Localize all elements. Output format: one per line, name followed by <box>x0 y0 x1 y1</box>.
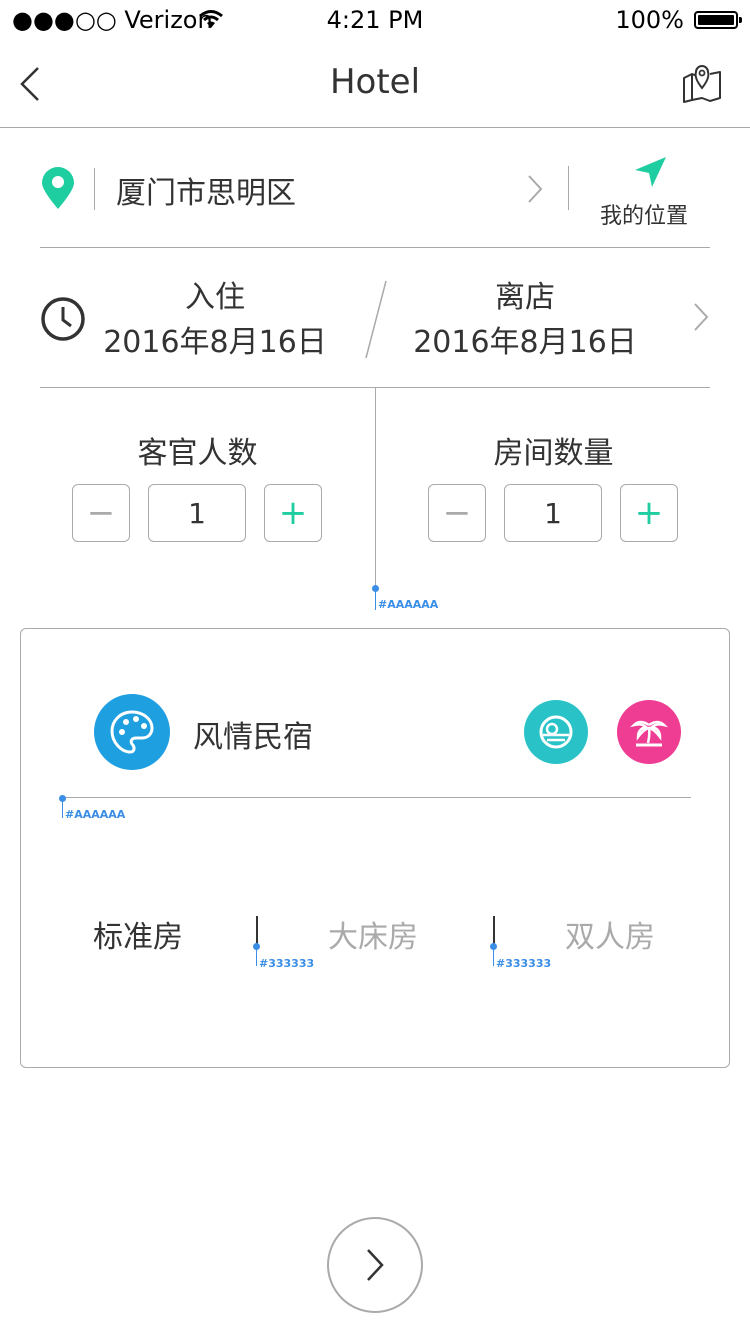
next-button[interactable] <box>327 1217 423 1313</box>
checkin-label: 入住 <box>185 280 245 315</box>
map-button[interactable] <box>682 64 722 108</box>
chevron-right-icon[interactable] <box>526 174 544 208</box>
my-location-button[interactable]: 我的位置 <box>600 198 688 230</box>
rooms-minus-button[interactable]: − <box>428 484 486 542</box>
battery-icon <box>694 11 742 29</box>
annotation-label-3: #333333 <box>259 957 315 970</box>
battery-percent: 100% <box>615 6 684 34</box>
location-divider <box>40 247 710 248</box>
checkout-date: 2016年8月16日 <box>413 325 637 360</box>
annotation-label-4: #333333 <box>496 957 552 970</box>
navigation-arrow-icon[interactable] <box>634 156 668 192</box>
card-divider <box>62 797 691 798</box>
counter-divider <box>375 388 376 588</box>
location-separator <box>94 168 95 210</box>
nav-divider <box>0 127 750 128</box>
guests-label: 客官人数 <box>137 436 258 471</box>
palm-tree-icon[interactable] <box>617 700 681 764</box>
category-title: 风情民宿 <box>193 720 313 755</box>
room-type-king[interactable]: 大床房 <box>328 912 418 956</box>
palette-icon[interactable] <box>94 694 170 770</box>
chevron-right-icon <box>367 1249 384 1281</box>
annotation-line-4 <box>493 946 494 966</box>
dates-chevron-icon[interactable] <box>692 302 710 336</box>
city-field[interactable]: 厦门市思明区 <box>116 168 296 212</box>
location-pin-icon <box>40 166 76 214</box>
map-pin-icon <box>683 65 721 103</box>
rooms-label: 房间数量 <box>493 436 614 471</box>
room-type-twin[interactable]: 双人房 <box>565 912 655 956</box>
room-type-standard[interactable]: 标准房 <box>93 912 183 956</box>
checkout-label: 离店 <box>495 280 555 315</box>
rooms-plus-button[interactable]: + <box>620 484 678 542</box>
guests-plus-button[interactable]: + <box>264 484 322 542</box>
checkin-date: 2016年8月16日 <box>103 325 327 360</box>
page-title: Hotel <box>329 62 421 102</box>
clock-icon <box>40 296 86 346</box>
location-separator-2 <box>568 166 569 210</box>
guests-minus-button[interactable]: − <box>72 484 130 542</box>
annotation-line-3 <box>256 946 257 966</box>
annotation-label-2: #AAAAAA <box>65 808 126 821</box>
sunset-icon[interactable] <box>524 700 588 764</box>
guests-count[interactable]: 1 <box>148 484 246 542</box>
rooms-count[interactable]: 1 <box>504 484 602 542</box>
annotation-line <box>375 590 376 610</box>
checkout-block[interactable]: 离店 2016年8月16日 <box>410 280 640 370</box>
annotation-label: #AAAAAA <box>378 598 439 611</box>
checkin-block[interactable]: 入住 2016年8月16日 <box>100 280 330 370</box>
status-bar: ●●●○○ Verizon 4:21 PM 100% <box>0 0 750 40</box>
date-slash-divider <box>362 280 388 364</box>
annotation-line-2 <box>62 798 63 818</box>
